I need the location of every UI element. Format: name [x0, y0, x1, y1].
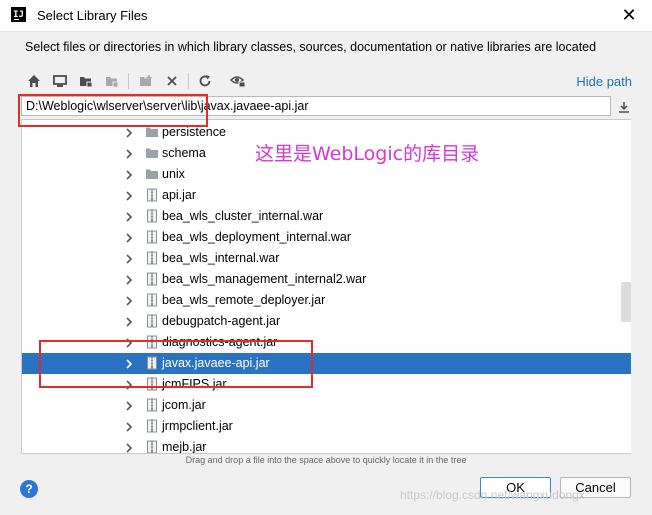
hide-path-link[interactable]: Hide path [576, 74, 632, 89]
tree-item-label: bea_wls_internal.war [162, 251, 280, 265]
chevron-right-icon[interactable] [123, 441, 135, 453]
jar-file-icon [145, 419, 159, 433]
jar-file-icon [145, 188, 159, 202]
chevron-right-icon[interactable] [123, 126, 135, 138]
title-bar: IJ Select Library Files ✕ [0, 0, 652, 32]
download-icon[interactable] [614, 97, 634, 117]
jar-file-icon [145, 272, 159, 286]
chevron-right-icon[interactable] [123, 147, 135, 159]
path-highlight-box [18, 94, 208, 127]
jar-file-icon [145, 314, 159, 328]
tree-item-label: api.jar [162, 188, 197, 202]
show-hidden-icon[interactable] [228, 70, 248, 92]
selection-highlight-box [39, 340, 313, 388]
tree-item-label: schema [162, 146, 206, 160]
tree-row[interactable]: bea_wls_remote_deployer.jar [22, 290, 631, 311]
chevron-right-icon[interactable] [123, 210, 135, 222]
chevron-right-icon[interactable] [123, 273, 135, 285]
tree-row[interactable]: bea_wls_cluster_internal.war [22, 206, 631, 227]
help-button[interactable]: ? [20, 480, 38, 498]
tree-row[interactable]: mejb.jar [22, 437, 631, 454]
tree-row[interactable]: jcom.jar [22, 395, 631, 416]
tree-item-label: jcom.jar [162, 398, 206, 412]
tree-item-label: mejb.jar [162, 440, 207, 454]
chevron-right-icon[interactable] [123, 231, 135, 243]
file-chooser-toolbar [21, 68, 635, 94]
jar-file-icon [145, 398, 159, 412]
delete-icon[interactable] [162, 70, 182, 92]
jar-file-icon [145, 251, 159, 265]
intellij-app-icon: IJ [11, 7, 26, 22]
chevron-right-icon[interactable] [123, 252, 135, 264]
folder-icon [145, 167, 159, 181]
chevron-right-icon[interactable] [123, 294, 135, 306]
dialog-description: Select files or directories in which lib… [25, 40, 597, 54]
refresh-icon[interactable] [195, 70, 215, 92]
file-tree[interactable]: persistence schema unix api.jar bea_wls_clus… [21, 119, 631, 454]
tree-item-label: bea_wls_remote_deployer.jar [162, 293, 326, 307]
jar-file-icon [145, 440, 159, 453]
folder-icon [145, 146, 159, 160]
jar-file-icon [145, 209, 159, 223]
chevron-right-icon[interactable] [123, 168, 135, 180]
tree-item-label: bea_wls_deployment_internal.war [162, 230, 352, 244]
chevron-right-icon[interactable] [123, 399, 135, 411]
tree-item-label: jrmpclient.jar [162, 419, 233, 433]
folder-icon [145, 125, 159, 139]
vertical-scrollbar[interactable] [631, 119, 635, 454]
tree-item-label: debugpatch-agent.jar [162, 314, 281, 328]
drag-drop-hint: Drag and drop a file into the space abov… [185, 455, 467, 465]
tree-row[interactable]: api.jar [22, 185, 631, 206]
tree-item-label: bea_wls_cluster_internal.war [162, 209, 324, 223]
tree-item-label: persistence [162, 125, 226, 139]
chevron-right-icon[interactable] [123, 189, 135, 201]
new-folder-icon[interactable] [136, 70, 156, 92]
tree-row[interactable]: debugpatch-agent.jar [22, 311, 631, 332]
watermark: https://blog.csdn.net/wangxudongx [400, 488, 585, 502]
tree-row[interactable]: jrmpclient.jar [22, 416, 631, 437]
module-folder-icon[interactable] [102, 70, 122, 92]
jar-file-icon [145, 230, 159, 244]
chevron-right-icon[interactable] [123, 420, 135, 432]
tree-item-label: unix [162, 167, 185, 181]
annotation-text: 这里是WebLogic的库目录 [255, 143, 480, 165]
project-folder-icon[interactable] [76, 70, 96, 92]
window-title: Select Library Files [37, 8, 148, 23]
tree-row[interactable]: bea_wls_deployment_internal.war [22, 227, 631, 248]
tree-row[interactable]: unix [22, 164, 631, 185]
close-button[interactable]: ✕ [606, 0, 652, 31]
tree-row[interactable]: bea_wls_management_internal2.war [22, 269, 631, 290]
chevron-right-icon[interactable] [123, 315, 135, 327]
desktop-icon[interactable] [50, 70, 70, 92]
home-icon[interactable] [24, 70, 44, 92]
tree-row[interactable]: bea_wls_internal.war [22, 248, 631, 269]
tree-item-label: bea_wls_management_internal2.war [162, 272, 367, 286]
jar-file-icon [145, 293, 159, 307]
scrollbar-thumb[interactable] [621, 282, 631, 322]
